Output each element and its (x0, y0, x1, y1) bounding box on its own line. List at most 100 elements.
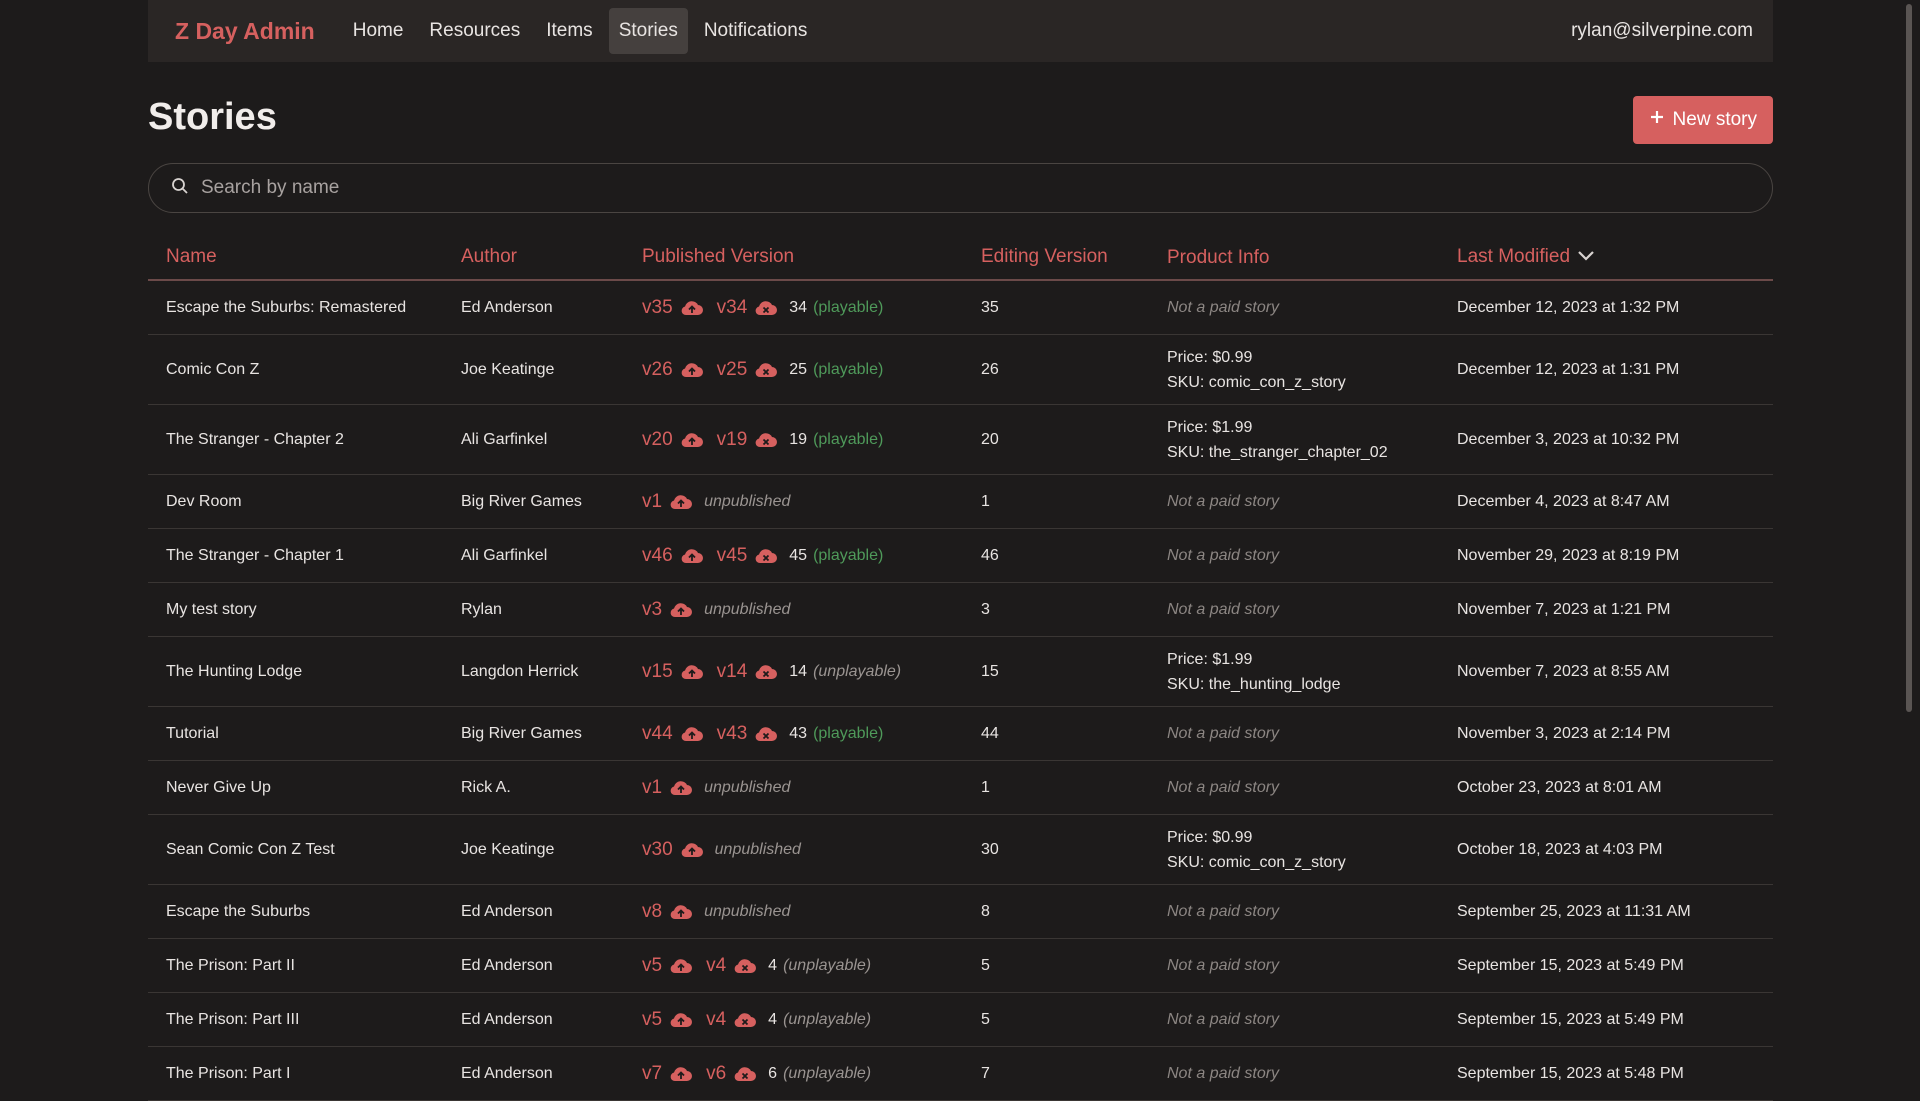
published-version-link[interactable]: v5 (642, 955, 662, 977)
cloud-upload-icon[interactable] (668, 1010, 694, 1030)
nav-notifications[interactable]: Notifications (694, 8, 818, 54)
story-name[interactable]: The Hunting Lodge (148, 663, 461, 681)
story-name[interactable]: Dev Room (148, 493, 461, 511)
story-name[interactable]: Tutorial (148, 725, 461, 743)
cloud-x-icon[interactable] (732, 1064, 758, 1084)
scrollbar[interactable] (1900, 0, 1920, 1080)
table-row[interactable]: Never Give Up Rick A. v1 unpublished 1 Not a … (148, 761, 1773, 815)
published-version-link[interactable]: v8 (642, 901, 662, 923)
version-number: 25 (789, 360, 808, 378)
story-author: Big River Games (461, 724, 582, 742)
published-version-link[interactable]: v5 (642, 1009, 662, 1031)
previous-version-link[interactable]: v19 (717, 429, 748, 451)
previous-version-link[interactable]: v45 (717, 545, 748, 567)
published-version-link[interactable]: v15 (642, 661, 673, 683)
nav-home[interactable]: Home (343, 8, 414, 54)
last-modified: October 18, 2023 at 4:03 PM (1457, 840, 1663, 858)
table-row[interactable]: The Hunting Lodge Langdon Herrick v15 v14 14… (148, 637, 1773, 707)
story-author: Langdon Herrick (461, 662, 579, 680)
story-name[interactable]: The Prison: Part II (148, 957, 461, 975)
cloud-upload-icon[interactable] (668, 492, 694, 512)
cloud-x-icon[interactable] (732, 956, 758, 976)
story-name[interactable]: The Stranger - Chapter 2 (148, 431, 461, 449)
header-name[interactable]: Name (148, 246, 461, 268)
editing-version: 44 (981, 724, 999, 742)
header-editing-version[interactable]: Editing Version (981, 246, 1167, 268)
header-published-version[interactable]: Published Version (642, 246, 981, 268)
new-story-button[interactable]: New story (1632, 96, 1773, 144)
table-row[interactable]: Escape the Suburbs: Remastered Ed Anderso… (148, 281, 1773, 335)
table-row[interactable]: The Prison: Part III Ed Anderson v5 v4 4 (unp… (148, 993, 1773, 1047)
published-version-link[interactable]: v26 (642, 359, 673, 381)
story-name[interactable]: The Prison: Part III (148, 1011, 461, 1029)
table-row[interactable]: The Stranger - Chapter 2 Ali Garfinkel v20… (148, 405, 1773, 475)
story-name[interactable]: Sean Comic Con Z Test (148, 841, 461, 859)
published-version-link[interactable]: v20 (642, 429, 673, 451)
cloud-x-icon[interactable] (753, 360, 779, 380)
cloud-upload-icon[interactable] (679, 662, 705, 682)
last-modified: September 15, 2023 at 5:49 PM (1457, 956, 1684, 974)
previous-version-link[interactable]: v6 (706, 1063, 726, 1085)
cloud-upload-icon[interactable] (668, 600, 694, 620)
published-version-link[interactable]: v44 (642, 723, 673, 745)
previous-version-link[interactable]: v4 (706, 1009, 726, 1031)
not-paid-label: Not a paid story (1167, 1011, 1280, 1028)
version-number: 14 (789, 662, 808, 680)
cloud-upload-icon[interactable] (679, 546, 705, 566)
cloud-x-icon[interactable] (753, 662, 779, 682)
version-status: (playable) (813, 360, 884, 378)
story-name[interactable]: My test story (148, 601, 461, 619)
cloud-x-icon[interactable] (753, 298, 779, 318)
published-version-link[interactable]: v1 (642, 491, 662, 513)
cloud-upload-icon[interactable] (679, 840, 705, 860)
cloud-x-icon[interactable] (753, 430, 779, 450)
scrollbar-thumb[interactable] (1906, 4, 1912, 712)
header-author[interactable]: Author (461, 246, 642, 268)
story-name[interactable]: Escape the Suburbs: Remastered (148, 299, 461, 317)
story-name[interactable]: Escape the Suburbs (148, 903, 461, 921)
cloud-upload-icon[interactable] (679, 360, 705, 380)
previous-version-link[interactable]: v43 (717, 723, 748, 745)
header-last-modified[interactable]: Last Modified (1457, 246, 1773, 268)
published-version-link[interactable]: v35 (642, 297, 673, 319)
previous-version-link[interactable]: v4 (706, 955, 726, 977)
user-email[interactable]: rylan@silverpine.com (1571, 20, 1753, 42)
table-row[interactable]: Escape the Suburbs Ed Anderson v8 unpublish… (148, 885, 1773, 939)
table-row[interactable]: Dev Room Big River Games v1 unpublished 1 Not… (148, 475, 1773, 529)
cloud-x-icon[interactable] (732, 1010, 758, 1030)
published-version-link[interactable]: v1 (642, 777, 662, 799)
story-name[interactable]: Comic Con Z (148, 361, 461, 379)
search-input[interactable] (199, 176, 1772, 200)
published-version-link[interactable]: v7 (642, 1063, 662, 1085)
table-row[interactable]: The Prison: Part I Ed Anderson v7 v6 6 (unpla… (148, 1047, 1773, 1101)
nav-resources[interactable]: Resources (419, 8, 530, 54)
previous-version-link[interactable]: v34 (717, 297, 748, 319)
cloud-x-icon[interactable] (753, 724, 779, 744)
cloud-upload-icon[interactable] (679, 724, 705, 744)
table-row[interactable]: Tutorial Big River Games v44 v43 43 (playable… (148, 707, 1773, 761)
table-row[interactable]: My test story Rylan v3 unpublished 3 Not a pa… (148, 583, 1773, 637)
previous-version-link[interactable]: v25 (717, 359, 748, 381)
brand-logo[interactable]: Z Day Admin (175, 18, 315, 45)
cloud-upload-icon[interactable] (668, 1064, 694, 1084)
header-product-info[interactable]: Product Info (1167, 245, 1457, 270)
nav-items[interactable]: Items (536, 8, 602, 54)
cloud-upload-icon[interactable] (668, 778, 694, 798)
published-version-cell: v26 v25 25 (playable) (642, 359, 981, 381)
published-version-link[interactable]: v3 (642, 599, 662, 621)
table-row[interactable]: The Prison: Part II Ed Anderson v5 v4 4 (unpl… (148, 939, 1773, 993)
published-version-link[interactable]: v46 (642, 545, 673, 567)
story-name[interactable]: The Stranger - Chapter 1 (148, 547, 461, 565)
cloud-x-icon[interactable] (753, 546, 779, 566)
cloud-upload-icon[interactable] (679, 430, 705, 450)
cloud-upload-icon[interactable] (668, 902, 694, 922)
table-row[interactable]: Comic Con Z Joe Keatinge v26 v25 25 (playable… (148, 335, 1773, 405)
table-row[interactable]: The Stranger - Chapter 1 Ali Garfinkel v46… (148, 529, 1773, 583)
table-row[interactable]: Sean Comic Con Z Test Joe Keatinge v30 unpu… (148, 815, 1773, 885)
story-name[interactable]: Never Give Up (148, 779, 461, 797)
previous-version-link[interactable]: v14 (717, 661, 748, 683)
cloud-upload-icon[interactable] (679, 298, 705, 318)
published-version-link[interactable]: v30 (642, 839, 673, 861)
nav-stories[interactable]: Stories (608, 8, 688, 54)
cloud-upload-icon[interactable] (668, 956, 694, 976)
